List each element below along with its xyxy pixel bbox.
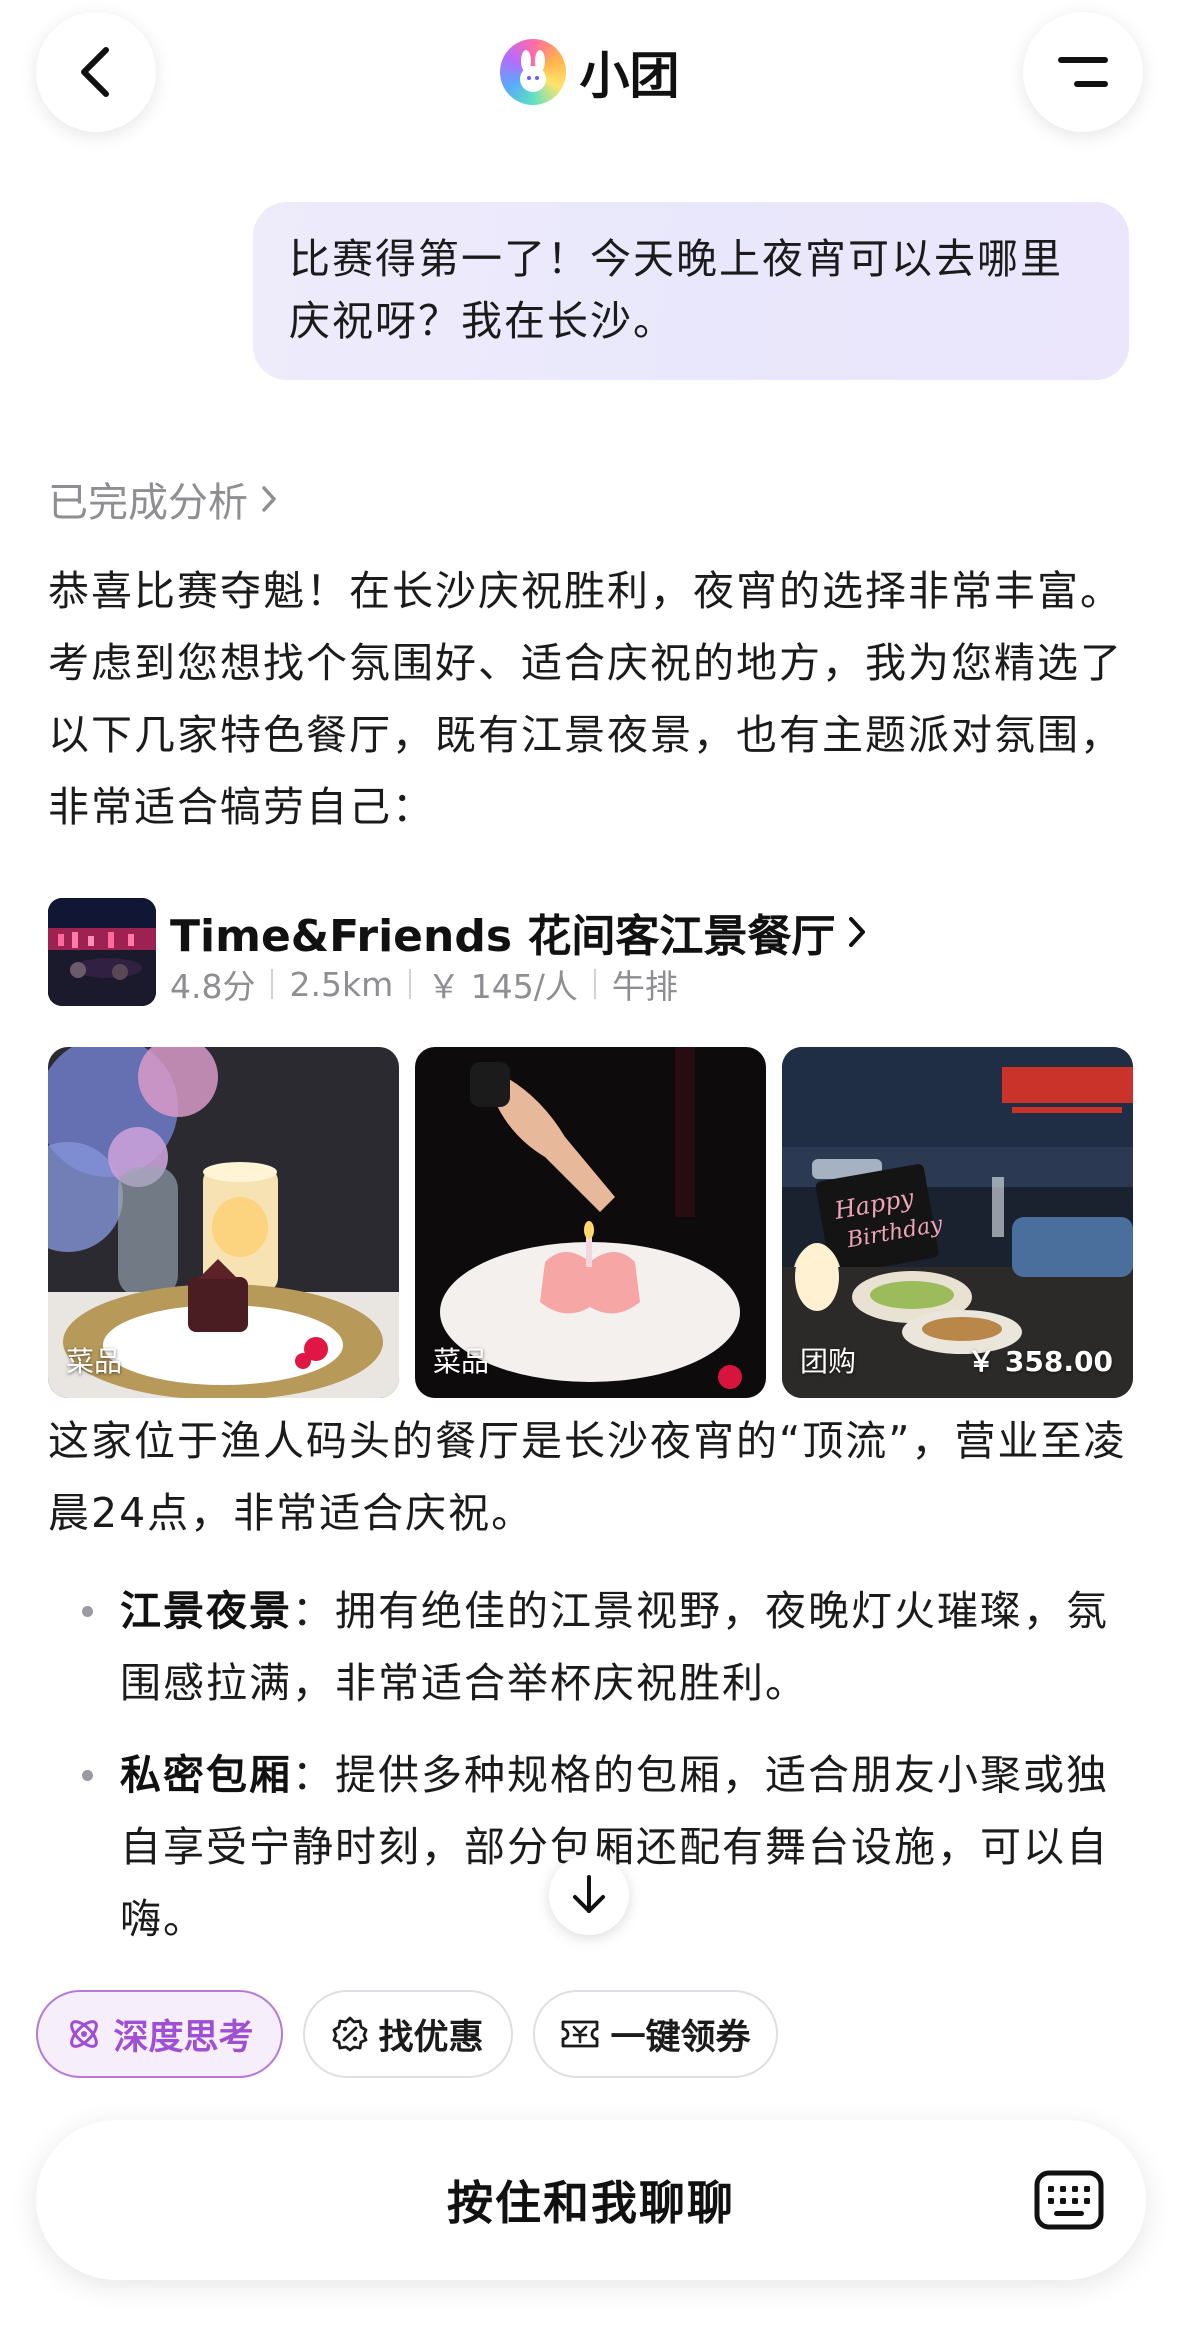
restaurant-price: ￥ 145/人 (427, 967, 578, 1006)
menu-button[interactable] (1023, 12, 1143, 132)
photo-tag: 菜品 (66, 1345, 123, 1378)
keyboard-icon (1034, 2170, 1104, 2230)
bullet-item: 江景夜景：拥有绝佳的江景视野，夜晚灯火璀璨，氛围感拉满，非常适合举杯庆祝胜利。 (82, 1575, 1135, 1719)
find-deals-chip[interactable]: 找优惠 (303, 1990, 513, 2078)
analysis-label: 已完成分析 (48, 480, 248, 526)
restaurant-photo-group-deal[interactable]: Happy Birthday 团购 ￥ 358.00 (782, 1047, 1133, 1398)
arrow-down-icon (573, 1875, 605, 1913)
deep-think-chip[interactable]: 深度思考 (36, 1990, 283, 2078)
page-title: 小团 (579, 47, 680, 105)
chevron-right-icon (262, 486, 276, 512)
discount-icon (333, 2016, 368, 2052)
restaurant-meta: 4.8分 2.5km ￥ 145/人 牛排 (170, 960, 678, 1008)
restaurant-category: 牛排 (611, 967, 678, 1006)
app-logo-icon (499, 39, 566, 105)
deep-think-icon (70, 2020, 99, 2048)
restaurant-description: 这家位于渔人码头的餐厅是长沙夜宵的“顶流”，营业至凌晨24点，非常适合庆祝。 (48, 1417, 1127, 1537)
restaurant-name: Time&Friends 花间客江景餐厅 (170, 911, 836, 962)
coupon-icon (562, 2020, 599, 2048)
chevron-right-icon (849, 917, 866, 947)
header-title-group: 小团 (0, 34, 1179, 110)
divider (593, 969, 596, 999)
get-coupon-label: 一键领券 (610, 2017, 751, 2058)
bullet-title: 江景夜景 (120, 1587, 292, 1635)
deep-think-label: 深度思考 (113, 2017, 254, 2058)
photo-tag: 团购 (800, 1345, 857, 1378)
group-deal-price: ￥ 358.00 (967, 1345, 1113, 1378)
keyboard-toggle-button[interactable] (1034, 2168, 1104, 2232)
restaurant-thumbnail[interactable] (48, 898, 156, 1006)
bullet-title: 私密包厢 (120, 1751, 292, 1799)
user-message-bubble: 比赛得第一了！今天晚上夜宵可以去哪里庆祝呀？我在长沙。 (253, 202, 1129, 380)
bullet-item: 私密包厢：提供多种规格的包厢，适合朋友小聚或独自享受宁静时刻，部分包厢还配有舞台… (82, 1739, 1135, 1955)
restaurant-name-link[interactable]: Time&Friends 花间客江景餐厅 (170, 900, 867, 964)
get-coupon-chip[interactable]: 一键领券 (533, 1990, 778, 2078)
restaurant-distance: 2.5km (289, 964, 394, 1004)
find-deals-label: 找优惠 (378, 2017, 484, 2058)
hold-to-talk-label: 按住和我聊聊 (447, 2176, 735, 2230)
restaurant-photo-dish-candle[interactable]: 菜品 (48, 1047, 399, 1398)
menu-icon (1058, 57, 1108, 87)
hold-to-talk-button[interactable]: 按住和我聊聊 (36, 2120, 1146, 2280)
photo-tag: 菜品 (433, 1345, 490, 1378)
analysis-toggle[interactable]: 已完成分析 (48, 470, 278, 528)
assistant-intro-text: 恭喜比赛夺魁！在长沙庆祝胜利，夜宵的选择非常丰富。考虑到您想找个氛围好、适合庆祝… (48, 567, 1123, 831)
divider (271, 969, 274, 999)
restaurant-rating: 4.8分 (170, 967, 256, 1006)
scroll-to-bottom-button[interactable] (549, 1855, 629, 1935)
divider (409, 969, 412, 999)
restaurant-photo-dessert[interactable]: 菜品 (415, 1047, 766, 1398)
